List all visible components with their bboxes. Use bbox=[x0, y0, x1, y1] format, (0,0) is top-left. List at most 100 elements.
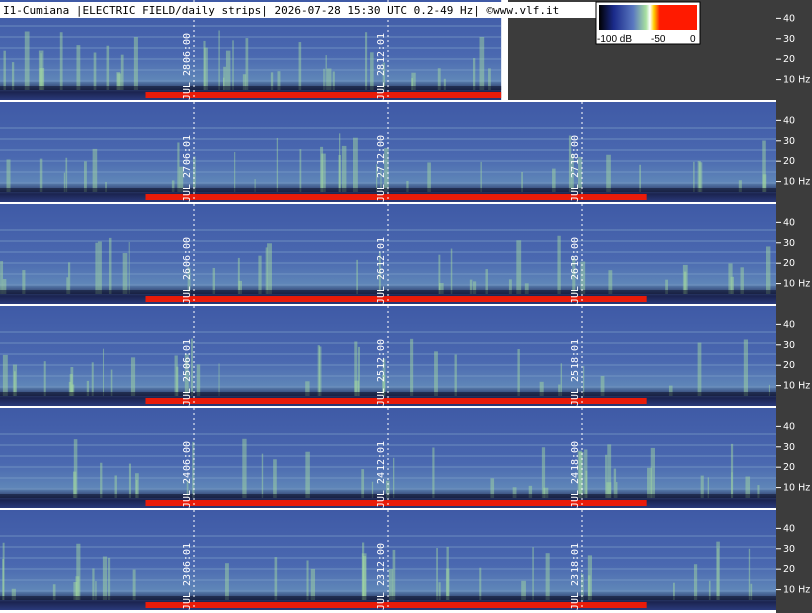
y-tick-label: 30 bbox=[783, 544, 795, 555]
activity-burst bbox=[92, 568, 95, 600]
activity-burst bbox=[108, 237, 112, 294]
activity-burst bbox=[298, 42, 302, 90]
time-label: 06:01 bbox=[182, 339, 193, 369]
activity-burst bbox=[73, 439, 78, 498]
y-tick-label: 30 bbox=[783, 340, 795, 351]
activity-burst bbox=[560, 363, 563, 396]
activity-burst bbox=[274, 557, 278, 600]
y-tick-label: 40 bbox=[783, 115, 795, 126]
activity-burst bbox=[410, 338, 414, 396]
date-label: JUL 25 bbox=[182, 370, 193, 406]
y-tick-label: 10 Hz bbox=[783, 381, 810, 392]
time-label: 06:01 bbox=[182, 135, 193, 165]
strip-band bbox=[0, 251, 776, 253]
strip-band bbox=[0, 353, 776, 355]
activity-burst bbox=[587, 555, 593, 600]
y-tick-label: 10 Hz bbox=[783, 177, 810, 188]
activity-burst bbox=[225, 50, 231, 90]
activity-burst bbox=[76, 45, 81, 90]
y-tick-label: 10 Hz bbox=[783, 75, 810, 86]
activity-burst bbox=[11, 62, 15, 90]
time-label: 06:00 bbox=[182, 441, 193, 471]
strip-separator bbox=[0, 202, 776, 204]
activity-burst bbox=[743, 339, 749, 396]
strip-band bbox=[0, 466, 776, 468]
activity-burst bbox=[97, 241, 102, 294]
strip-band bbox=[0, 25, 502, 27]
activity-burst bbox=[436, 548, 438, 600]
activity-burst bbox=[177, 142, 180, 192]
legend-max-label: 0 bbox=[690, 34, 696, 45]
date-label: JUL 28 bbox=[376, 64, 387, 100]
time-label: 18:00 bbox=[570, 441, 581, 471]
activity-burst bbox=[427, 162, 431, 192]
activity-burst bbox=[3, 50, 6, 90]
date-label: JUL 26 bbox=[182, 268, 193, 304]
activity-burst bbox=[132, 569, 136, 600]
activity-burst bbox=[545, 553, 550, 600]
strip-6: 06:01JUL 2312:00JUL 2318:01JUL 234030201… bbox=[0, 510, 810, 612]
strip-band bbox=[0, 364, 776, 366]
activity-burst bbox=[102, 348, 105, 396]
activity-burst bbox=[698, 162, 703, 192]
activity-burst bbox=[717, 548, 719, 600]
strip-band bbox=[0, 58, 502, 60]
activity-burst bbox=[605, 454, 608, 498]
activity-burst bbox=[276, 137, 279, 192]
time-label: 06:00 bbox=[182, 237, 193, 267]
y-tick-label: 20 bbox=[783, 54, 795, 65]
activity-burst bbox=[765, 246, 771, 294]
y-tick-label: 20 bbox=[783, 462, 795, 473]
date-label: JUL 26 bbox=[376, 268, 387, 304]
activity-burst bbox=[122, 253, 128, 294]
activity-burst bbox=[0, 261, 4, 294]
activity-burst bbox=[362, 542, 365, 600]
y-tick-label: 40 bbox=[783, 421, 795, 432]
activity-burst bbox=[693, 564, 698, 600]
activity-burst bbox=[748, 548, 751, 600]
axis-panel bbox=[776, 0, 812, 613]
strip-5: 06:00JUL 2412:01JUL 2418:00JUL 244030201… bbox=[0, 408, 810, 510]
time-label: 18:01 bbox=[570, 339, 581, 369]
activity-burst bbox=[305, 451, 310, 498]
activity-burst bbox=[365, 32, 368, 90]
activity-burst bbox=[532, 547, 534, 600]
activity-burst bbox=[133, 37, 138, 90]
date-label: JUL 27 bbox=[182, 166, 193, 202]
activity-burst bbox=[585, 470, 588, 498]
color-legend: -100 dB -50 0 bbox=[595, 1, 701, 45]
activity-burst bbox=[59, 32, 63, 90]
activity-burst bbox=[434, 351, 438, 396]
activity-burst bbox=[218, 363, 220, 396]
y-tick-label: 10 Hz bbox=[783, 483, 810, 494]
date-label: JUL 25 bbox=[570, 370, 581, 406]
activity-burst bbox=[517, 349, 520, 396]
activity-burst bbox=[580, 261, 586, 294]
y-tick-label: 40 bbox=[783, 13, 795, 24]
activity-burst bbox=[65, 157, 68, 192]
activity-burst bbox=[130, 357, 136, 396]
activity-burst bbox=[321, 153, 326, 192]
activity-burst bbox=[325, 55, 327, 90]
legend-min-label: -100 dB bbox=[597, 34, 632, 45]
activity-burst bbox=[92, 148, 98, 192]
strip-band bbox=[0, 36, 502, 38]
activity-burst bbox=[24, 31, 30, 91]
y-tick-label: 20 bbox=[783, 564, 795, 575]
activity-burst bbox=[95, 242, 98, 294]
activity-burst bbox=[472, 58, 476, 90]
strip-baseline bbox=[0, 86, 502, 90]
activity-burst bbox=[83, 161, 87, 192]
y-tick-label: 30 bbox=[783, 34, 795, 45]
strip-separator bbox=[0, 406, 776, 408]
strip-4: 06:01JUL 2512:00JUL 2518:01JUL 254030201… bbox=[0, 306, 810, 408]
strip-band bbox=[0, 455, 776, 457]
activity-burst bbox=[267, 243, 272, 294]
activity-burst bbox=[356, 259, 358, 294]
activity-burst bbox=[40, 53, 42, 90]
date-label: JUL 24 bbox=[182, 472, 193, 508]
time-label: 18:00 bbox=[570, 237, 581, 267]
activity-burst bbox=[639, 164, 641, 192]
date-label: JUL 27 bbox=[376, 166, 387, 202]
legend-colorbar bbox=[599, 5, 697, 30]
